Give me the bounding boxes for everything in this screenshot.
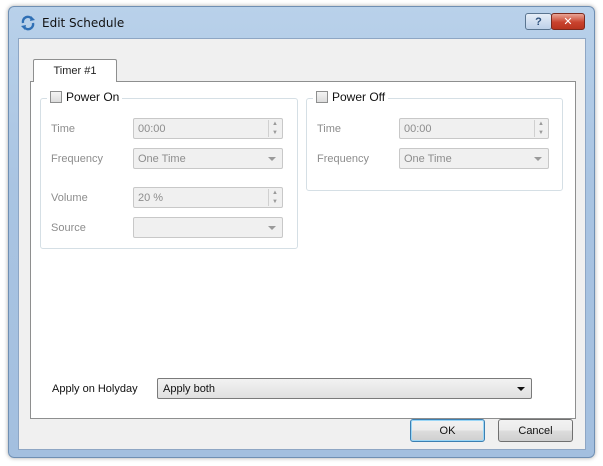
ok-button-label: OK — [439, 424, 456, 437]
cancel-button-label: Cancel — [518, 424, 553, 437]
tab-panel: Power On Time 00:00 ▲ ▼ Frequency One Ti… — [30, 81, 576, 419]
power-on-time-spinner[interactable]: ▲ ▼ — [268, 120, 281, 137]
chevron-down-icon — [534, 157, 542, 161]
power-on-frequency-select[interactable]: One Time — [133, 148, 283, 169]
ok-button[interactable]: OK — [410, 419, 485, 442]
apply-on-holyday-select[interactable]: Apply both — [157, 378, 532, 399]
power-on-legend: Power On — [47, 90, 123, 104]
power-off-checkbox[interactable] — [316, 91, 328, 103]
close-button[interactable]: ✕ — [551, 13, 585, 30]
spin-down-icon[interactable]: ▼ — [272, 199, 278, 205]
power-on-source-select[interactable] — [133, 217, 283, 238]
chevron-down-icon — [268, 226, 276, 230]
spin-down-icon[interactable]: ▼ — [272, 130, 278, 136]
title-bar: Edit Schedule ? ✕ — [9, 7, 594, 37]
power-off-time-input[interactable]: 00:00 ▲ ▼ — [399, 118, 549, 139]
power-on-source-label: Source — [51, 222, 86, 234]
power-on-checkbox[interactable] — [50, 91, 62, 103]
power-on-volume-spinner[interactable]: ▲ ▼ — [268, 189, 281, 206]
power-off-time-spinner[interactable]: ▲ ▼ — [534, 120, 547, 137]
cancel-button[interactable]: Cancel — [498, 419, 573, 442]
tab-label: Timer #1 — [53, 65, 97, 77]
power-on-frequency-label: Frequency — [51, 153, 103, 165]
power-off-time-value: 00:00 — [404, 122, 432, 135]
apply-on-holyday-label: Apply on Holyday — [52, 383, 138, 395]
spin-up-icon[interactable]: ▲ — [538, 121, 544, 127]
spin-down-icon[interactable]: ▼ — [538, 130, 544, 136]
power-on-volume-label: Volume — [51, 192, 88, 204]
power-on-volume-input[interactable]: 20 % ▲ ▼ — [133, 187, 283, 208]
power-off-frequency-label: Frequency — [317, 153, 369, 165]
power-off-frequency-select[interactable]: One Time — [399, 148, 549, 169]
spin-up-icon[interactable]: ▲ — [272, 190, 278, 196]
power-off-time-label: Time — [317, 123, 342, 135]
power-on-label: Power On — [66, 90, 120, 104]
dialog-client-area: Timer #1 Power On Time 00:00 ▲ ▼ Frequen… — [18, 38, 586, 450]
edit-schedule-dialog: Edit Schedule ? ✕ Timer #1 Power On Time… — [8, 6, 595, 458]
window-title: Edit Schedule — [42, 16, 125, 30]
schedule-icon — [21, 15, 35, 31]
help-icon: ? — [535, 15, 542, 28]
help-button[interactable]: ? — [525, 13, 552, 30]
power-on-group: Power On Time 00:00 ▲ ▼ Frequency One Ti… — [40, 90, 298, 249]
close-icon: ✕ — [563, 16, 573, 28]
power-on-time-value: 00:00 — [138, 122, 166, 135]
tab-timer-1[interactable]: Timer #1 — [33, 59, 117, 82]
apply-on-holyday-value: Apply both — [163, 382, 215, 395]
chevron-down-icon — [517, 387, 525, 391]
power-on-volume-value: 20 % — [138, 191, 164, 204]
power-on-time-label: Time — [51, 123, 76, 135]
chevron-down-icon — [268, 157, 276, 161]
power-off-label: Power Off — [332, 90, 386, 104]
spin-up-icon[interactable]: ▲ — [272, 121, 278, 127]
power-on-time-input[interactable]: 00:00 ▲ ▼ — [133, 118, 283, 139]
power-on-frequency-value: One Time — [138, 152, 186, 165]
power-off-frequency-value: One Time — [404, 152, 452, 165]
power-off-legend: Power Off — [313, 90, 389, 104]
power-off-group: Power Off Time 00:00 ▲ ▼ Frequency One T… — [306, 90, 563, 191]
